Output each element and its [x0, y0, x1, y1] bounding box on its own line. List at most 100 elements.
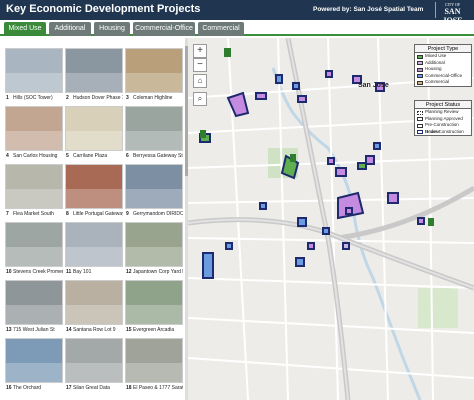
project-card[interactable]: 11 Bay 101 — [65, 222, 123, 278]
project-number: 15 — [126, 327, 132, 333]
project-card[interactable]: 17 Silan Great Data — [65, 338, 123, 394]
project-card[interactable]: 10Stevens Creek Promenade — [5, 222, 63, 278]
zoom-in-button[interactable]: + — [193, 44, 207, 58]
home-button[interactable]: ⌂ — [193, 74, 207, 88]
legend-label: Housing — [425, 66, 442, 71]
legend-label: Planning Approved — [425, 115, 463, 121]
project-card[interactable]: 3 Coleman Highline — [125, 48, 183, 104]
project-thumbnail[interactable] — [125, 164, 183, 209]
project-thumbnail[interactable] — [65, 164, 123, 209]
legend-status-swatch — [417, 110, 423, 115]
project-card[interactable]: 13 715 West Julian St — [5, 280, 63, 336]
project-name: Bay 101 — [73, 269, 92, 275]
project-number: 7 — [6, 211, 9, 217]
project-name: Carrilane Plaza — [73, 153, 108, 159]
project-card[interactable]: 4 San Carlos Housing — [5, 106, 63, 162]
legend-status-title: Project Status — [415, 101, 471, 109]
project-card[interactable]: 14 Santana Row Lot 9 — [65, 280, 123, 336]
project-name: Silan Great Data — [73, 385, 110, 391]
tab-housing[interactable]: Housing — [94, 22, 130, 36]
project-name: Little Portugal Gateway — [73, 211, 123, 217]
project-card[interactable]: 8 Little Portugal Gateway — [65, 164, 123, 220]
legend-type-title: Project Type — [415, 45, 471, 53]
project-thumbnail[interactable] — [65, 280, 123, 325]
project-card[interactable]: 18El Paseo & 1777 Saratoga Ave Mixed Use — [125, 338, 183, 394]
project-thumbnail[interactable] — [125, 48, 183, 93]
project-thumbnail[interactable] — [65, 48, 123, 93]
project-card[interactable]: 2 Hudson Dover Phase 1 — [65, 48, 123, 104]
project-name: 715 West Julian St — [13, 327, 55, 333]
project-thumbnail[interactable] — [5, 280, 63, 325]
project-name: The Orchard — [13, 385, 42, 391]
search-icon: ⌕ — [197, 94, 203, 103]
project-name: Coleman Highline — [133, 95, 173, 101]
legend-swatch — [417, 61, 423, 65]
project-thumbnail[interactable] — [125, 338, 183, 383]
project-number: 18 — [126, 385, 132, 391]
tab-commercial[interactable]: Commercial — [198, 22, 244, 36]
project-name: Hudson Dover Phase 1 — [73, 95, 123, 101]
legend-status-swatch — [417, 123, 423, 128]
project-thumbnail[interactable] — [5, 106, 63, 151]
app-header: Key Economic Development Projects Powere… — [0, 0, 474, 25]
legend-swatch — [417, 67, 423, 72]
project-number: 6 — [126, 153, 129, 159]
home-icon: ⌂ — [197, 76, 203, 85]
project-thumbnail[interactable] — [125, 222, 183, 267]
legend-label: Additional — [425, 59, 445, 65]
project-thumbnail[interactable] — [65, 106, 123, 151]
project-name: Hills (SOC Tower) — [13, 95, 53, 101]
project-thumbnail[interactable] — [65, 222, 123, 267]
project-card[interactable]: 5 Carrilane Plaza — [65, 106, 123, 162]
tab-commercial-office[interactable]: Commercial-Office — [133, 22, 195, 36]
zoom-out-button[interactable]: − — [193, 58, 207, 72]
legend-status-swatch — [417, 130, 423, 134]
project-number: 9 — [126, 211, 129, 217]
project-gallery: 1 Hills (SOC Tower) 2 Hudson Dover Phase 13… — [0, 38, 186, 400]
project-card[interactable]: 12Japantown Corp Yard Residential — [125, 222, 183, 278]
project-card[interactable]: 9 Gerrymandom DIRIDON — [125, 164, 183, 220]
project-number: 16 — [6, 385, 12, 391]
page-title: Key Economic Development Projects — [6, 3, 201, 15]
legend-label: Planning Review — [425, 109, 459, 114]
city-logo[interactable]: CITY OF SAN JOSE — [435, 2, 469, 25]
project-thumbnail[interactable] — [125, 280, 183, 325]
project-number: 1 — [6, 95, 9, 101]
legend-project-type: Project Type Mixed Use Additional Housing C… — [414, 44, 472, 87]
project-card[interactable]: 6 Berryessa Gateway Station — [125, 106, 183, 162]
legend-status-swatch — [417, 117, 423, 121]
search-button[interactable]: ⌕ — [193, 92, 207, 106]
project-map[interactable]: + − ⌂ ⌕ San Jose Project Type Mixed Use A… — [188, 38, 474, 400]
project-thumbnail[interactable] — [5, 222, 63, 267]
project-thumbnail[interactable] — [5, 48, 63, 93]
powered-by-text: Powered by: San José Spatial Team — [313, 6, 424, 13]
project-number: 10 — [6, 269, 12, 275]
project-name: Flea Market South — [13, 211, 54, 217]
project-card[interactable]: 16 The Orchard — [5, 338, 63, 394]
project-name: Evergreen Arcadia — [133, 327, 175, 333]
project-thumbnail[interactable] — [65, 338, 123, 383]
project-card[interactable]: 7 Flea Market South — [5, 164, 63, 220]
project-number: 3 — [126, 95, 129, 101]
project-name: Stevens Creek Promenade — [13, 269, 63, 275]
project-number: 14 — [66, 327, 72, 333]
legend-label: Commercial — [425, 79, 450, 84]
project-card[interactable]: 1 Hills (SOC Tower) — [5, 48, 63, 104]
tab-mixed-use[interactable]: Mixed Use — [4, 22, 46, 36]
project-number: 5 — [66, 153, 69, 159]
tab-additional[interactable]: Additional — [49, 22, 91, 36]
project-thumbnail[interactable] — [125, 106, 183, 151]
project-thumbnail[interactable] — [5, 338, 63, 383]
map-city-label: San Jose — [358, 82, 389, 89]
legend-swatch — [417, 80, 423, 85]
project-card[interactable]: 15 Evergreen Arcadia — [125, 280, 183, 336]
project-number: 8 — [66, 211, 69, 217]
project-number: 13 — [6, 327, 12, 333]
project-number: 4 — [6, 153, 9, 159]
project-number: 11 — [66, 269, 72, 275]
project-thumbnail[interactable] — [5, 164, 63, 209]
legend-label: Under Construction — [425, 128, 464, 134]
project-name: Santana Row Lot 9 — [73, 327, 116, 333]
legend-status-item: Under Construction — [415, 129, 471, 136]
map-canvas[interactable] — [188, 38, 474, 400]
